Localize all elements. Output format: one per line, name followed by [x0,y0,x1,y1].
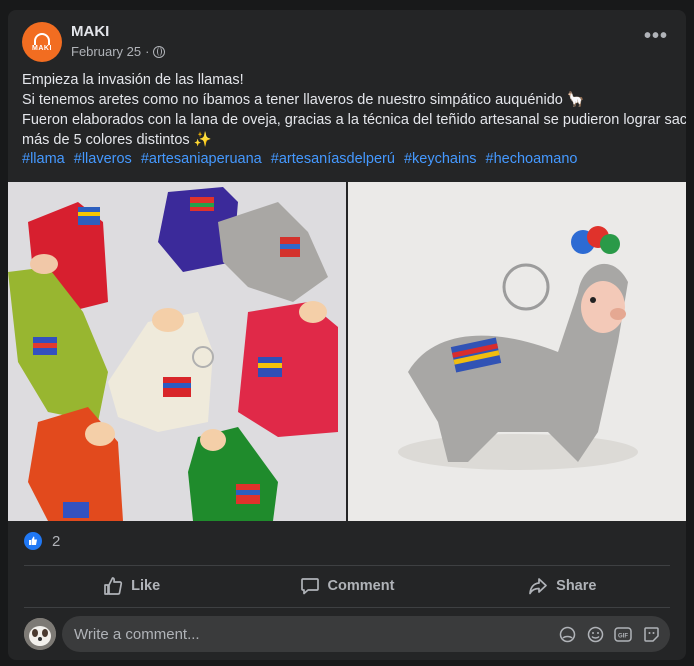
gray-llama-keychain-photo[interactable] [348,182,686,521]
hashtag-link[interactable]: #hechoamano [486,151,578,167]
hashtag-link[interactable]: #keychains [404,151,477,167]
divider [24,565,670,566]
hashtag-link[interactable]: #artesaníasdelperú [271,151,395,167]
action-bar: Like Comment Share [24,569,670,603]
sticker-icon[interactable] [642,625,660,643]
post-card: MAKI MAKI February 25 · ••• Empieza la i… [8,10,686,660]
share-arrow-icon [529,578,548,595]
share-label: Share [556,578,597,594]
post-text: Empieza la invasión de las llamas! Si te… [22,70,686,150]
svg-text:GIF: GIF [618,633,628,639]
gray-llama-illustration [348,182,686,521]
post-text-line: Empieza la invasión de las llamas! [22,72,244,88]
more-options-button[interactable]: ••• [640,26,672,54]
photo-grid [8,182,686,521]
hashtag-link[interactable]: #llaveros [74,151,132,167]
comment-tools: GIF [558,625,660,643]
comment-composer: GIF [24,616,670,652]
gif-icon[interactable]: GIF [614,625,632,643]
emoji-icon[interactable] [586,625,604,643]
comment-bubble-icon [300,578,319,595]
like-label: Like [131,578,161,594]
hashtag-link[interactable]: #llama [22,151,65,167]
post-text-line: Si tenemos aretes como no íbamos a tener… [22,92,585,108]
llama-keychains-photo[interactable] [8,182,346,521]
post-text-line: Fueron elaborados con la lana de oveja, … [22,112,686,128]
like-reaction-icon [24,532,42,550]
comment-box[interactable]: GIF [62,616,670,652]
hand-logo-icon [34,32,50,45]
avatar-sticker-icon[interactable] [558,625,576,643]
llama-group-illustration [8,182,346,521]
comment-button[interactable]: Comment [239,569,454,603]
post-meta: February 25 · [71,44,166,59]
reaction-count[interactable]: 2 [52,533,60,550]
divider [24,607,670,608]
share-button[interactable]: Share [455,569,670,603]
comment-label: Comment [327,578,395,594]
globe-icon[interactable] [153,45,166,58]
post-text-line: más de 5 colores distintos ✨ [22,132,212,148]
post-header: MAKI MAKI February 25 · ••• [22,22,672,62]
like-button[interactable]: Like [24,569,239,603]
hashtags: #llama #llaveros #artesaniaperuana #arte… [22,151,582,167]
avatar-logo-text: MAKI [32,44,52,52]
post-date[interactable]: February 25 [71,44,141,59]
comment-input[interactable] [74,616,374,652]
reactions-summary[interactable]: 2 [24,532,60,550]
page-avatar[interactable]: MAKI [22,22,62,62]
author-name[interactable]: MAKI [71,23,109,40]
hashtag-link[interactable]: #artesaniaperuana [141,151,262,167]
meta-separator: · [145,44,150,59]
user-avatar[interactable] [24,618,56,650]
thumbs-up-icon [104,577,123,595]
